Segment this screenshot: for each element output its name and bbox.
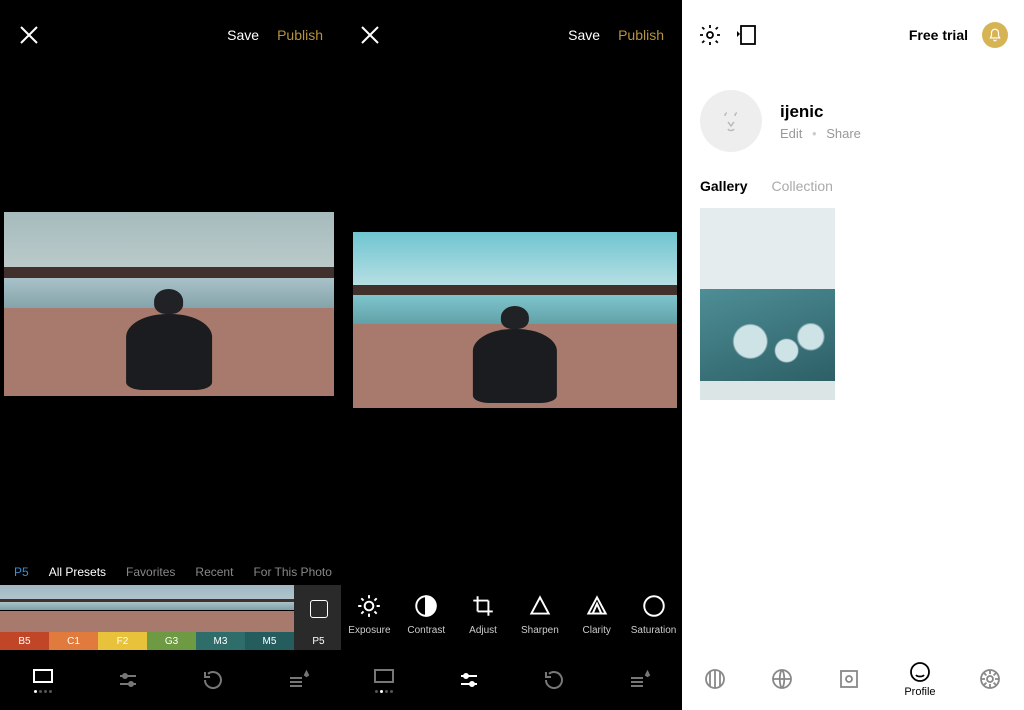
preset-tabs: P5 All Presets Favorites Recent For This… xyxy=(0,565,341,585)
tab-for-this-photo[interactable]: For This Photo xyxy=(253,565,331,579)
close-icon[interactable] xyxy=(359,24,381,46)
nav-studio-icon[interactable] xyxy=(837,667,861,691)
topbar: Save Publish xyxy=(0,0,341,70)
gear-icon[interactable] xyxy=(698,23,722,47)
save-button[interactable]: Save xyxy=(227,27,259,43)
preset-c1[interactable]: C1 xyxy=(49,585,98,650)
tab-favorites[interactable]: Favorites xyxy=(126,565,175,579)
nav-discover-icon[interactable] xyxy=(770,667,794,691)
nav-settings-wheel-icon[interactable] xyxy=(978,667,1002,691)
tab-gallery[interactable]: Gallery xyxy=(700,178,747,194)
share-profile-button[interactable]: Share xyxy=(826,126,861,141)
editor-presets-pane: Save Publish P5 All Presets Favorites Re… xyxy=(0,0,341,710)
nav-history-icon[interactable] xyxy=(530,668,578,692)
tool-contrast[interactable]: Contrast xyxy=(398,593,455,636)
preset-label: C1 xyxy=(49,632,98,650)
gallery-item[interactable] xyxy=(700,208,835,400)
free-trial-button[interactable]: Free trial xyxy=(909,27,968,43)
tool-label: Saturation xyxy=(631,625,677,636)
preset-g3[interactable]: G3 xyxy=(147,585,196,650)
nav-history-icon[interactable] xyxy=(189,668,237,692)
tab-current-preset[interactable]: P5 xyxy=(14,565,29,579)
preset-f2[interactable]: F2 xyxy=(98,585,147,650)
nav-presets-icon[interactable] xyxy=(19,667,67,693)
tool-label: Contrast xyxy=(407,625,445,636)
nav-profile-icon[interactable]: Profile xyxy=(904,660,935,698)
preset-strip[interactable]: B5C1F2G3M3M5P5 xyxy=(0,585,341,650)
nav-recipes-icon[interactable] xyxy=(615,668,663,692)
profile-pane: Free trial ijenic Edit • Share Gallery C… xyxy=(682,0,1024,710)
bottom-nav xyxy=(341,650,682,710)
tool-label: Clarity xyxy=(583,625,611,636)
tool-label: Adjust xyxy=(469,625,497,636)
publish-button[interactable]: Publish xyxy=(277,27,323,43)
profile-header: ijenic Edit • Share xyxy=(682,70,1024,178)
topbar: Save Publish xyxy=(341,0,682,70)
tool-clarity[interactable]: Clarity xyxy=(568,593,625,636)
preset-label: B5 xyxy=(0,632,49,650)
save-button[interactable]: Save xyxy=(568,27,600,43)
tool-label: Sharpen xyxy=(521,625,559,636)
tab-recent[interactable]: Recent xyxy=(195,565,233,579)
preset-label: G3 xyxy=(147,632,196,650)
nav-sliders-icon[interactable] xyxy=(445,668,493,692)
tool-adjust[interactable]: Adjust xyxy=(455,593,512,636)
nav-sliders-icon[interactable] xyxy=(104,668,152,692)
tool-strip[interactable]: Exposure Contrast Adjust Sharpen Clarity Satu… xyxy=(341,578,682,650)
topbar: Free trial xyxy=(682,0,1024,70)
profile-actions: Edit • Share xyxy=(780,126,861,141)
notifications-icon[interactable] xyxy=(982,22,1008,48)
preset-m3[interactable]: M3 xyxy=(196,585,245,650)
editor-tools-pane: Save Publish Exposure Contrast Adjust Sharp… xyxy=(341,0,682,710)
tool-sharpen[interactable]: Sharpen xyxy=(511,593,568,636)
preset-p5[interactable]: P5 xyxy=(294,585,343,650)
gallery-grid xyxy=(682,208,1024,400)
profile-tabs: Gallery Collection xyxy=(682,178,1024,208)
preset-label: M5 xyxy=(245,632,294,650)
tool-exposure[interactable]: Exposure xyxy=(341,593,398,636)
close-icon[interactable] xyxy=(18,24,40,46)
avatar[interactable] xyxy=(700,90,762,152)
nav-recipes-icon[interactable] xyxy=(274,668,322,692)
username: ijenic xyxy=(780,102,861,122)
edit-profile-button[interactable]: Edit xyxy=(780,126,802,141)
add-to-device-icon[interactable] xyxy=(734,23,758,47)
preview-image[interactable] xyxy=(353,232,677,408)
preset-b5[interactable]: B5 xyxy=(0,585,49,650)
tool-label: Exposure xyxy=(348,625,390,636)
nav-presets-icon[interactable] xyxy=(360,667,408,693)
publish-button[interactable]: Publish xyxy=(618,27,664,43)
preset-label: M3 xyxy=(196,632,245,650)
bottom-nav xyxy=(0,650,341,710)
preset-label: P5 xyxy=(294,632,343,650)
tab-collection[interactable]: Collection xyxy=(771,178,832,194)
nav-profile-label: Profile xyxy=(904,686,935,698)
preset-label: F2 xyxy=(98,632,147,650)
preset-m5[interactable]: M5 xyxy=(245,585,294,650)
nav-feed-icon[interactable] xyxy=(703,667,727,691)
bottom-nav: Profile xyxy=(682,648,1024,710)
tab-all-presets[interactable]: All Presets xyxy=(49,565,106,579)
tool-saturation[interactable]: Saturation xyxy=(625,593,682,636)
preview-image[interactable] xyxy=(4,212,334,396)
